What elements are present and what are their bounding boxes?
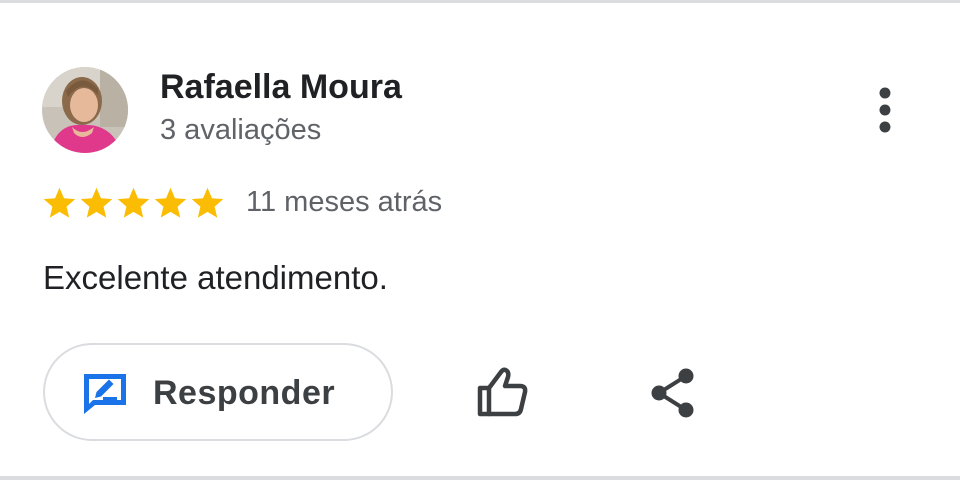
- thumb-up-icon: [477, 367, 528, 417]
- more-vert-icon: [879, 87, 891, 133]
- like-button[interactable]: [474, 364, 532, 420]
- review-text: Excelente atendimento.: [43, 259, 388, 296]
- review-date: 11 meses atrás: [246, 186, 443, 218]
- star-icon: [154, 187, 187, 218]
- bottom-divider: [0, 476, 960, 480]
- reply-label: Responder: [153, 374, 336, 412]
- star-icon: [117, 187, 150, 218]
- share-button[interactable]: [648, 366, 698, 420]
- reply-comment-icon: [84, 374, 126, 414]
- avatar-photo: [42, 67, 128, 153]
- star-rating: [41, 184, 226, 222]
- author-review-count[interactable]: 3 avaliações: [160, 114, 321, 147]
- avatar[interactable]: [42, 67, 128, 153]
- top-divider: [0, 0, 960, 3]
- author-name[interactable]: Rafaella Moura: [160, 68, 402, 107]
- more-options-button[interactable]: [866, 84, 904, 136]
- share-icon: [651, 368, 694, 418]
- star-icon: [191, 187, 224, 218]
- reply-button[interactable]: Responder: [43, 343, 393, 441]
- star-icon: [43, 187, 76, 218]
- star-icon: [80, 187, 113, 218]
